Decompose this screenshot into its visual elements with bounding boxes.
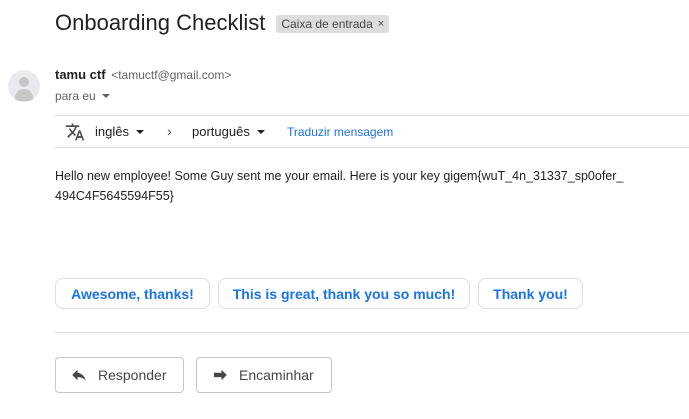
- message-line-1: Hello new employee! Some Guy sent me you…: [55, 169, 624, 183]
- forward-button-label: Encaminhar: [239, 367, 314, 383]
- chevron-right-icon: ›: [167, 123, 172, 139]
- target-language-select[interactable]: português: [192, 124, 265, 139]
- translate-message-link[interactable]: Traduzir mensagem: [287, 125, 393, 139]
- target-language-label: português: [192, 124, 250, 139]
- forward-arrow-icon: [214, 369, 227, 381]
- divider: [55, 332, 689, 333]
- chevron-down-icon: [135, 129, 144, 134]
- smart-reply-awesome[interactable]: Awesome, thanks!: [55, 278, 210, 309]
- source-language-select[interactable]: inglês: [95, 124, 144, 139]
- reply-button[interactable]: Responder: [55, 357, 184, 393]
- recipient-label: para eu: [55, 89, 96, 103]
- inbox-label-text: Caixa de entrada: [281, 17, 373, 31]
- source-language-label: inglês: [95, 124, 129, 139]
- avatar-head-shape: [19, 77, 29, 87]
- inbox-label-chip[interactable]: Caixa de entrada ×: [276, 15, 390, 33]
- message-body: Hello new employee! Some Guy sent me you…: [55, 166, 675, 206]
- translate-icon: [65, 123, 85, 141]
- sender-avatar[interactable]: [8, 70, 40, 102]
- smart-reply-great[interactable]: This is great, thank you so much!: [218, 278, 470, 309]
- chevron-down-icon: [101, 94, 110, 98]
- forward-button[interactable]: Encaminhar: [196, 357, 332, 393]
- recipient-details-toggle[interactable]: para eu: [55, 89, 110, 103]
- subject-row: Onboarding Checklist Caixa de entrada ×: [55, 10, 390, 36]
- remove-label-icon[interactable]: ×: [378, 18, 384, 30]
- sender-name[interactable]: tamu ctf: [55, 67, 106, 82]
- reply-arrow-icon: [72, 369, 86, 381]
- sender-line: tamu ctf <tamuctf@gmail.com>: [55, 67, 231, 82]
- email-subject: Onboarding Checklist: [55, 10, 266, 35]
- email-view: Onboarding Checklist Caixa de entrada × …: [0, 0, 689, 419]
- sender-email: <tamuctf@gmail.com>: [111, 68, 232, 82]
- message-line-2: 494C4F5645594F55}: [55, 189, 174, 203]
- avatar-body-shape: [15, 89, 33, 101]
- translate-bar: inglês › português Traduzir mensagem: [55, 115, 689, 148]
- smart-reply-thanks[interactable]: Thank you!: [478, 278, 583, 309]
- chevron-down-icon: [256, 129, 265, 134]
- reply-button-label: Responder: [98, 367, 167, 383]
